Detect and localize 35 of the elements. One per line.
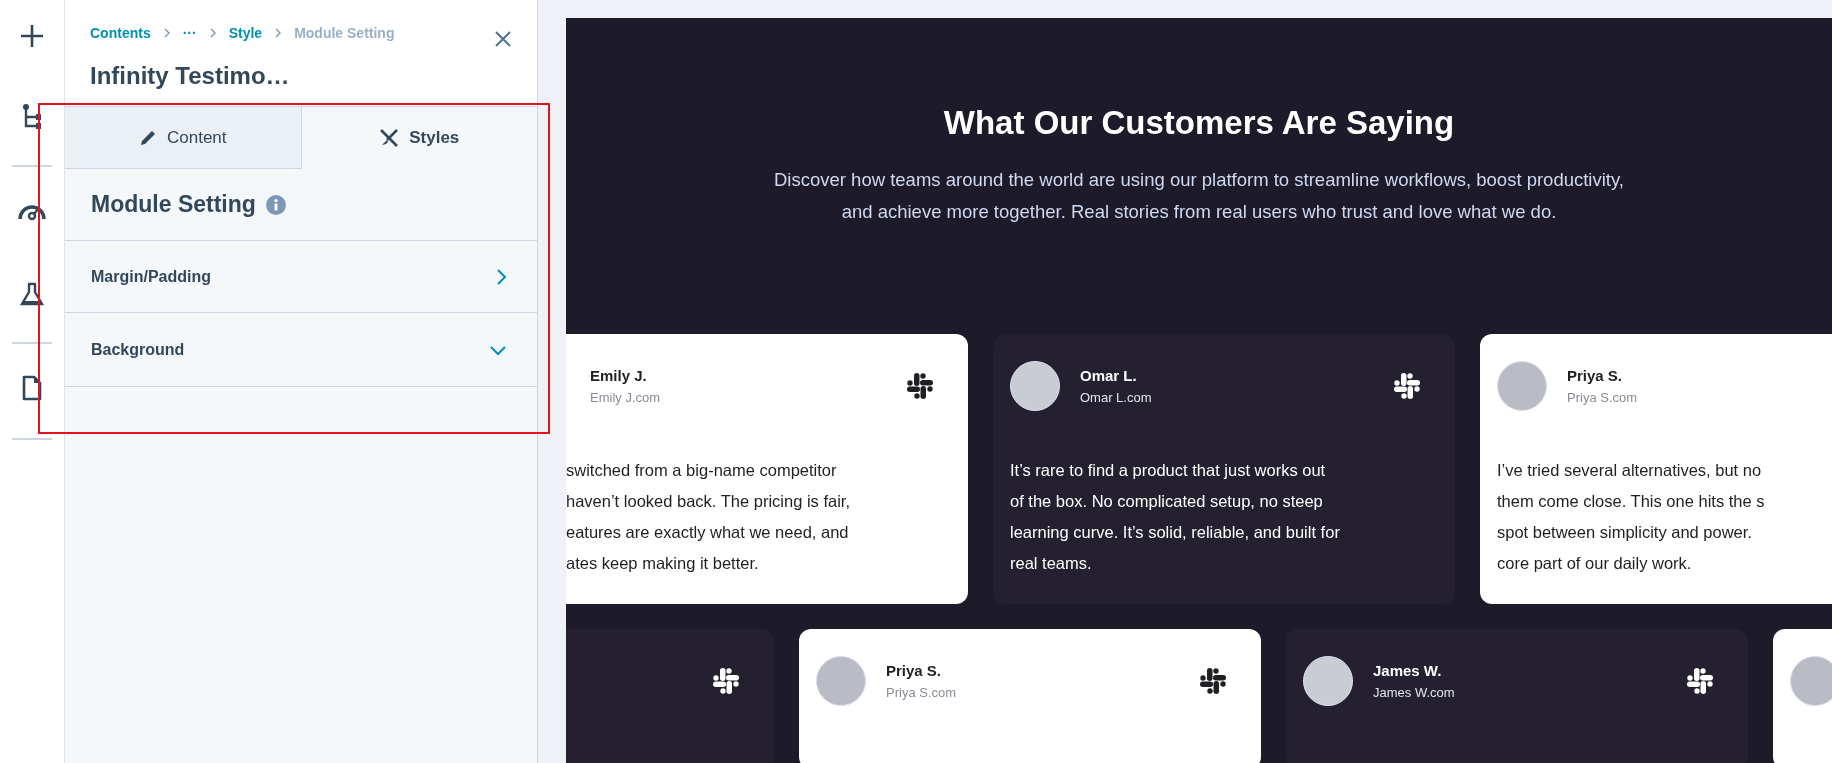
tab[interactable]: Content (65, 107, 302, 169)
testimonial-quote: It’s rare to find a product that just works out of the box. No complicated setup, no steep learning curve. It’s solid, reliable, and built for real teams. (1010, 460, 1341, 574)
flask-icon[interactable] (19, 281, 45, 307)
customer-name: Omar L. (1080, 367, 1138, 384)
customer-name: Emily J. (590, 367, 648, 384)
pencil-icon (138, 128, 157, 147)
customer-site: James W.com (1373, 685, 1456, 700)
breadcrumb-link[interactable]: Style (228, 25, 263, 41)
add-icon[interactable] (19, 23, 45, 49)
testimonial-quote: switched from a big-name competitor haven’t looked back. The pricing is fair, eatures are exactly what we need, and ates keep making it better. (566, 460, 852, 574)
customer-name: James W. (1373, 662, 1443, 679)
chevron-right-icon (274, 27, 283, 39)
breadcrumb-link[interactable]: Contents (90, 25, 151, 41)
section-title: Module Setting (91, 191, 256, 218)
panel-title: Infinity Testimo… (90, 62, 291, 90)
chevron-right-icon (208, 27, 217, 39)
document-icon[interactable] (21, 375, 43, 401)
testimonial-quote: I’ve tried several alternatives, but no them come close. This one hits the s spot between simplicity and power. core part of our daily work. (1497, 460, 1766, 574)
customer-site: Emily J.com (590, 390, 662, 405)
breadcrumb-current: Module Setting (294, 25, 395, 41)
tree-icon[interactable] (22, 104, 42, 130)
section-subtitle: Discover how teams around the world are using our platform to streamline workflows, boost productivity, and achieve more together. Real stories from real users who trust and love what we do. (773, 168, 1625, 224)
section-heading: What Our Customers Are Saying (942, 104, 1456, 142)
customer-site: Omar L.com (1080, 390, 1153, 405)
brush-cross-icon (379, 127, 400, 148)
chevron-right-icon (162, 27, 171, 39)
settings-row[interactable]: Background (65, 313, 537, 387)
close-icon[interactable] (495, 31, 511, 47)
customer-name: Priya S. (886, 662, 943, 679)
customer-site: Priya S.com (1567, 390, 1639, 405)
customer-name: Priya S. (1567, 367, 1624, 384)
settings-row[interactable]: Margin/Padding (65, 241, 537, 313)
customer-site: Priya S.com (886, 685, 958, 700)
info-icon[interactable] (265, 194, 286, 215)
breadcrumb-link[interactable]: ··· (182, 25, 197, 41)
